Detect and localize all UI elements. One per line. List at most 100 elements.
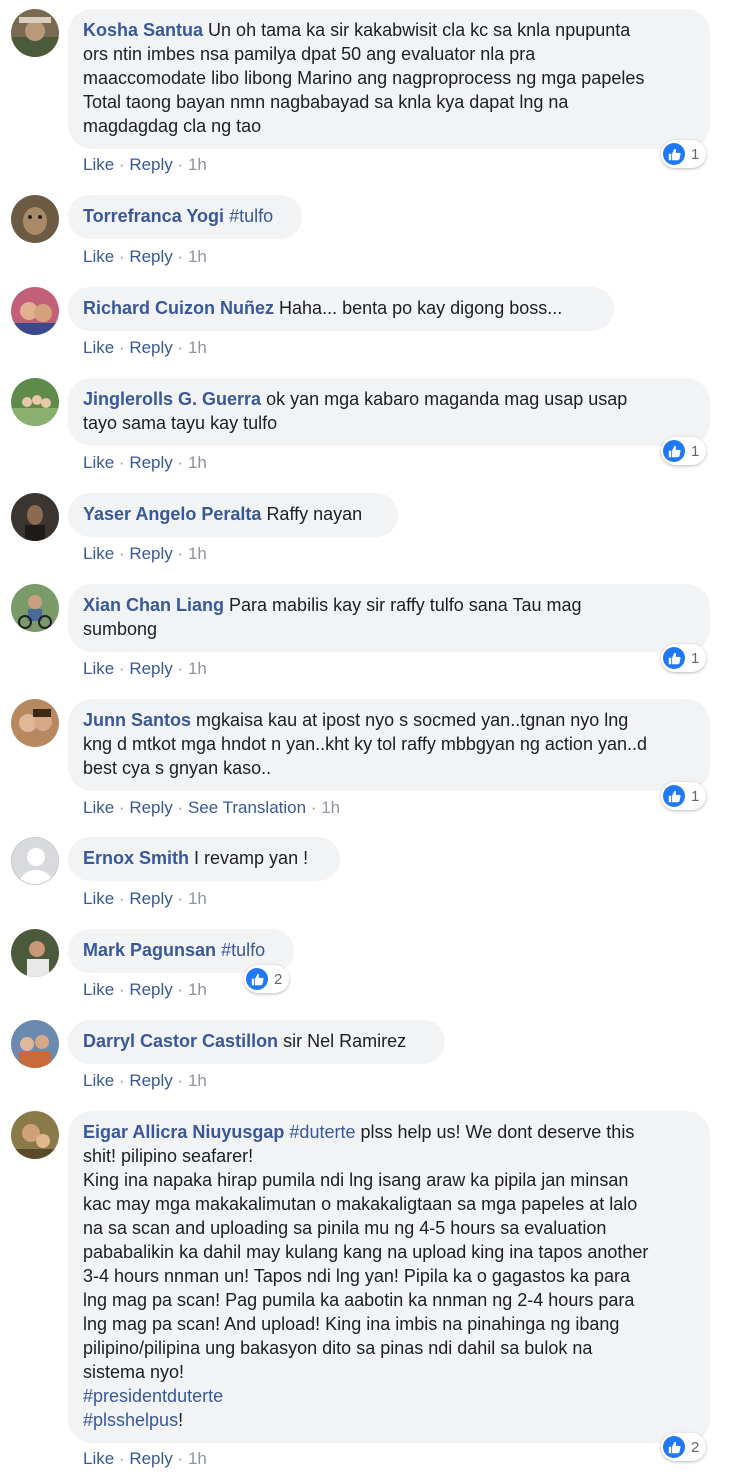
like-icon: [246, 968, 268, 990]
timestamp[interactable]: 1h: [188, 155, 207, 174]
separator: ·: [177, 1449, 184, 1468]
reply-link[interactable]: Reply: [129, 247, 172, 266]
avatar[interactable]: [11, 1111, 59, 1159]
author-name[interactable]: Torrefranca Yogi: [83, 206, 224, 226]
reply-link[interactable]: Reply: [129, 1071, 172, 1090]
comment-text-line: mgkaisa kau at ipost nyo s socmed yan..t…: [196, 710, 629, 730]
author-name[interactable]: Jinglerolls G. Guerra: [83, 389, 261, 409]
like-link[interactable]: Like: [83, 980, 114, 999]
separator: ·: [118, 889, 125, 908]
reaction-count[interactable]: 1: [661, 437, 707, 465]
comment-text: sir Nel Ramirez: [283, 1031, 407, 1051]
reply-link[interactable]: Reply: [129, 889, 172, 908]
reaction-number: 1: [691, 145, 700, 163]
timestamp[interactable]: 1h: [188, 659, 207, 678]
author-name[interactable]: Ernox Smith: [83, 848, 189, 868]
like-link[interactable]: Like: [83, 1071, 114, 1090]
comment-bubble: Torrefranca Yogi #tulfo: [68, 195, 302, 239]
avatar[interactable]: [11, 378, 59, 426]
like-link[interactable]: Like: [83, 338, 114, 357]
separator: ·: [177, 980, 184, 999]
timestamp[interactable]: 1h: [321, 798, 340, 817]
like-link[interactable]: Like: [83, 453, 114, 472]
comment-text-line: ok yan mga kabaro maganda mag usap usap: [266, 389, 628, 409]
author-name[interactable]: Kosha Santua: [83, 20, 203, 40]
avatar[interactable]: [11, 584, 59, 632]
avatar[interactable]: [11, 699, 59, 747]
avatar[interactable]: [11, 929, 59, 977]
like-link[interactable]: Like: [83, 247, 114, 266]
like-link[interactable]: Like: [83, 659, 114, 678]
separator: ·: [118, 338, 125, 357]
comment-text-line: kng d mtkot mga hndot n yan..kht ky tol …: [83, 734, 647, 754]
reaction-count[interactable]: 2: [661, 1433, 707, 1461]
timestamp[interactable]: 1h: [188, 247, 207, 266]
timestamp[interactable]: 1h: [188, 1071, 207, 1090]
reaction-number: 2: [274, 970, 283, 988]
timestamp[interactable]: 1h: [188, 338, 207, 357]
hashtag-link[interactable]: #plsshelpus: [83, 1410, 178, 1430]
reaction-count[interactable]: 1: [661, 140, 707, 168]
see-translation-link[interactable]: See Translation: [188, 798, 306, 817]
like-link[interactable]: Like: [83, 544, 114, 563]
author-name[interactable]: Darryl Castor Castillon: [83, 1031, 278, 1051]
separator: ·: [177, 453, 184, 472]
author-name[interactable]: Yaser Angelo Peralta: [83, 504, 261, 524]
timestamp[interactable]: 1h: [188, 889, 207, 908]
reply-link[interactable]: Reply: [129, 659, 172, 678]
avatar[interactable]: [11, 9, 59, 57]
comment-text-line: Un oh tama ka sir kakabwisit cla kc sa k…: [208, 20, 631, 40]
like-link[interactable]: Like: [83, 1449, 114, 1468]
avatar[interactable]: [11, 837, 59, 885]
avatar[interactable]: [11, 1020, 59, 1068]
comment-actions: Like · Reply · 1h: [83, 1449, 207, 1469]
author-name[interactable]: Eigar Allicra Niuyusgap: [83, 1122, 284, 1142]
comment-text: Raffy nayan: [266, 504, 363, 524]
comment-actions: Like · Reply · 1h: [83, 889, 207, 909]
comment-text-line: Total taong bayan nmn nagbabayad sa knla…: [83, 92, 569, 112]
reaction-count[interactable]: 1: [661, 782, 707, 810]
comment-actions: Like · Reply · 1h: [83, 659, 207, 679]
comment-bubble: Darryl Castor Castillon sir Nel Ramirez: [68, 1020, 445, 1064]
comment-text-line: King ina napaka hirap pumila ndi lng isa…: [83, 1170, 629, 1190]
author-name[interactable]: Richard Cuizon Nuñez: [83, 298, 274, 318]
separator: ·: [118, 980, 125, 999]
separator: ·: [118, 1449, 125, 1468]
reply-link[interactable]: Reply: [129, 155, 172, 174]
separator: ·: [177, 1071, 184, 1090]
comment-text: I revamp yan !: [194, 848, 309, 868]
reaction-count[interactable]: 2: [244, 965, 290, 993]
hashtag-link[interactable]: #tulfo: [229, 206, 273, 226]
comment-bubble: Xian Chan Liang Para mabilis kay sir raf…: [68, 584, 710, 652]
like-link[interactable]: Like: [83, 889, 114, 908]
author-name[interactable]: Mark Pagunsan: [83, 940, 216, 960]
like-link[interactable]: Like: [83, 798, 114, 817]
comment-actions: Like · Reply · 1h: [83, 247, 207, 267]
timestamp[interactable]: 1h: [188, 1449, 207, 1468]
author-name[interactable]: Junn Santos: [83, 710, 191, 730]
reply-link[interactable]: Reply: [129, 980, 172, 999]
hashtag-link[interactable]: #presidentduterte: [83, 1386, 223, 1406]
comment-bubble: Richard Cuizon Nuñez Haha... benta po ka…: [68, 287, 614, 331]
timestamp[interactable]: 1h: [188, 980, 207, 999]
like-link[interactable]: Like: [83, 155, 114, 174]
timestamp[interactable]: 1h: [188, 453, 207, 472]
timestamp[interactable]: 1h: [188, 544, 207, 563]
reply-link[interactable]: Reply: [129, 453, 172, 472]
separator: ·: [177, 659, 184, 678]
hashtag-link[interactable]: #tulfo: [221, 940, 265, 960]
author-name[interactable]: Xian Chan Liang: [83, 595, 224, 615]
separator: ·: [177, 889, 184, 908]
avatar[interactable]: [11, 493, 59, 541]
avatar[interactable]: [11, 195, 59, 243]
like-icon: [663, 143, 685, 165]
reply-link[interactable]: Reply: [129, 798, 172, 817]
reaction-count[interactable]: 1: [661, 644, 707, 672]
avatar[interactable]: [11, 287, 59, 335]
separator: ·: [118, 798, 125, 817]
hashtag-link[interactable]: #duterte: [289, 1122, 355, 1142]
reply-link[interactable]: Reply: [129, 544, 172, 563]
reply-link[interactable]: Reply: [129, 1449, 172, 1468]
comment-text-line: sistema nyo!: [83, 1362, 185, 1382]
reply-link[interactable]: Reply: [129, 338, 172, 357]
